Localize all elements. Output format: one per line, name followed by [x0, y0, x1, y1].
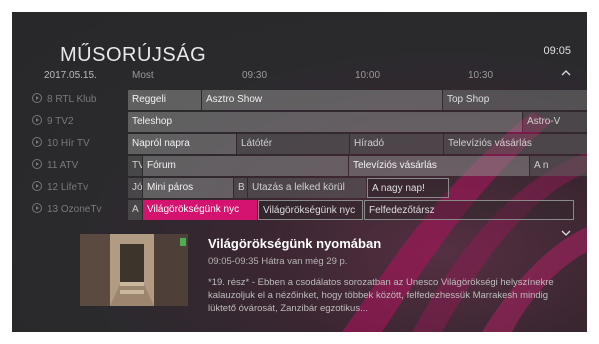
channel-label[interactable]: 9 TV2 [32, 111, 132, 133]
time-bar: 2017.05.15. Most 09:30 10:00 10:30 [12, 70, 587, 86]
chevron-up-icon[interactable] [561, 68, 571, 78]
play-circle-icon [32, 93, 42, 103]
channel-label[interactable]: 13 OzoneTv [32, 199, 132, 221]
channel-row: 12 LifeTv Jó Mini páros B Utazás a lelke… [12, 177, 587, 199]
play-circle-icon [32, 115, 42, 125]
program-cell[interactable]: Televíziós vásárlás [349, 156, 529, 176]
program-time: 09:05-09:35 Hátra van még 29 p. [208, 256, 348, 267]
channel-row: 9 TV2 Teleshop Astro-V [12, 111, 587, 133]
program-thumbnail [80, 234, 188, 306]
program-cell[interactable]: Jó [128, 178, 142, 198]
program-cell[interactable]: A [128, 200, 142, 220]
program-cell[interactable]: Fórum [143, 156, 348, 176]
program-cell[interactable]: Televíziós vásárlás [444, 134, 587, 154]
channel-label[interactable]: 11 ATV [32, 155, 132, 177]
program-cell[interactable]: Top Shop [443, 90, 587, 110]
program-cell[interactable]: B [234, 178, 247, 198]
clock: 09:05 [543, 45, 571, 57]
channel-label[interactable]: 8 RTL Klub [32, 89, 132, 111]
program-cell[interactable]: A n [530, 156, 587, 176]
play-circle-icon [32, 181, 42, 191]
channel-label[interactable]: 12 LifeTv [32, 177, 132, 199]
program-cell[interactable]: Híradó [350, 134, 443, 154]
channel-row: 10 Hír TV Napról napra Látótér Híradó Te… [12, 133, 587, 155]
program-cell[interactable]: Felfedezőtársz [364, 200, 574, 220]
time-slot-2: 10:00 [355, 70, 381, 81]
program-cell[interactable]: Astro-V [523, 112, 587, 132]
channel-row: 8 RTL Klub Reggeli Asztro Show Top Shop [12, 89, 587, 111]
program-cell[interactable]: Utazás a lelked körül [248, 178, 366, 198]
play-circle-icon [32, 203, 42, 213]
play-circle-icon [32, 137, 42, 147]
program-cell[interactable]: Napról napra [128, 134, 236, 154]
program-cell[interactable]: Teleshop [128, 112, 522, 132]
tv-guide-screen: MŰSORÚJSÁG 09:05 2017.05.15. Most 09:30 … [12, 12, 587, 332]
channel-row: 11 ATV TV Fórum Televíziós vásárlás A n [12, 155, 587, 177]
program-cell-selected[interactable]: Világörökségünk nyc [143, 200, 257, 220]
date-label: 2017.05.15. [44, 70, 97, 81]
page-title: MŰSORÚJSÁG [60, 44, 207, 66]
time-slot-3: 10:30 [468, 70, 494, 81]
program-cell[interactable]: TV [128, 156, 142, 176]
program-title: Világörökségünk nyomában [208, 236, 382, 251]
program-description: *19. rész* - Ebben a csodálatos sorozatb… [208, 277, 554, 314]
program-cell[interactable]: Asztro Show [202, 90, 442, 110]
program-cell[interactable]: Mini páros [143, 178, 233, 198]
play-circle-icon [32, 159, 42, 169]
program-detail: Világörökségünk nyomában 09:05-09:35 Hát… [12, 232, 587, 332]
channel-label[interactable]: 10 Hír TV [32, 133, 132, 155]
program-cell[interactable]: Reggeli [128, 90, 201, 110]
channel-row: 13 OzoneTv A Világörökségünk nyc Világör… [12, 199, 587, 221]
program-cell[interactable]: A nagy nap! [367, 178, 449, 198]
time-slot-1: 09:30 [242, 70, 268, 81]
time-now: Most [132, 70, 154, 81]
program-cell[interactable]: Világörökségünk nyc [258, 200, 363, 220]
program-cell[interactable]: Látótér [237, 134, 349, 154]
